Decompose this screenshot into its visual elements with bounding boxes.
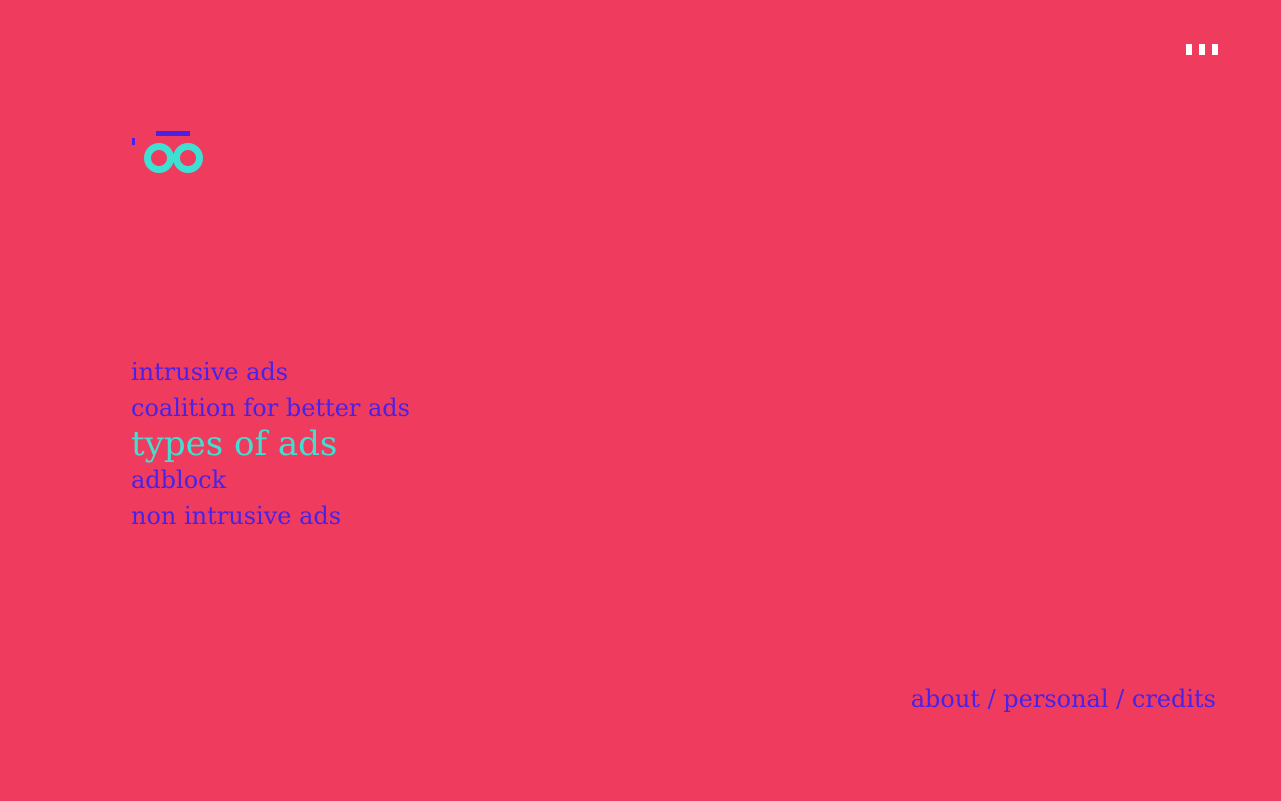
nav-item-adblock[interactable]: adblock bbox=[131, 462, 410, 498]
footer-link-personal[interactable]: personal bbox=[1003, 685, 1108, 713]
menu-dot-icon bbox=[1199, 44, 1205, 55]
nav-item-non-intrusive-ads[interactable]: non intrusive ads bbox=[131, 498, 410, 534]
footer-links: about / personal / credits bbox=[911, 682, 1216, 716]
footer-link-credits[interactable]: credits bbox=[1132, 685, 1216, 713]
menu-dot-icon bbox=[1212, 44, 1218, 55]
nav-item-coalition-for-better-ads[interactable]: coalition for better ads bbox=[131, 390, 410, 426]
menu-button[interactable] bbox=[1186, 44, 1218, 56]
main-nav: intrusive ads coalition for better ads t… bbox=[131, 354, 410, 534]
footer-separator: / bbox=[979, 685, 1004, 713]
logo-mark-icon bbox=[132, 131, 203, 173]
nav-item-types-of-ads[interactable]: types of ads bbox=[131, 426, 410, 462]
footer-separator: / bbox=[1108, 685, 1132, 713]
nav-item-intrusive-ads[interactable]: intrusive ads bbox=[131, 354, 410, 390]
menu-dot-icon bbox=[1186, 44, 1192, 55]
footer-link-about[interactable]: about bbox=[911, 685, 980, 713]
site-logo[interactable] bbox=[130, 128, 210, 182]
